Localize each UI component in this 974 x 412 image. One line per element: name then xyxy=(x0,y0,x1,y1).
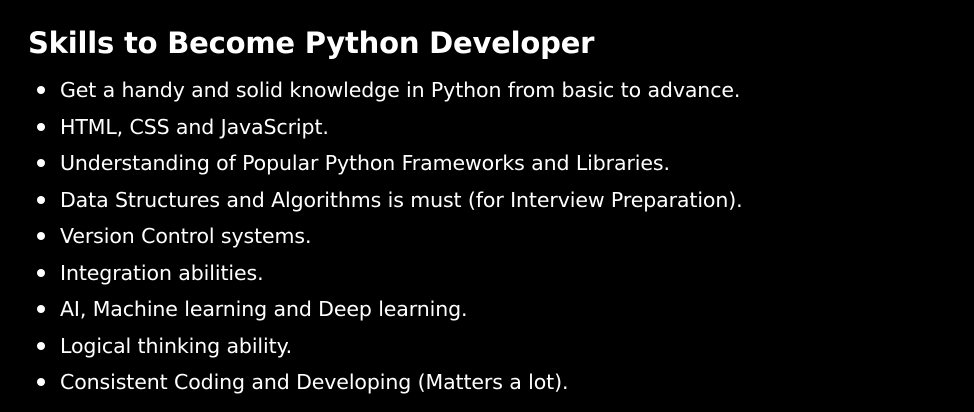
list-item: Data Structures and Algorithms is must (… xyxy=(28,182,974,219)
list-item-text: Logical thinking ability. xyxy=(60,333,293,358)
list-item: AI, Machine learning and Deep learning. xyxy=(28,291,974,328)
bullet-icon xyxy=(37,86,45,94)
bullet-icon xyxy=(37,378,45,386)
bullet-icon xyxy=(37,195,45,204)
list-item-text: HTML, CSS and JavaScript. xyxy=(60,114,329,139)
list-item: Get a handy and solid knowledge in Pytho… xyxy=(28,72,974,109)
list-item: Understanding of Popular Python Framewor… xyxy=(28,145,974,182)
list-item-text: Integration abilities. xyxy=(60,260,264,285)
bullet-icon xyxy=(37,341,45,350)
list-item-text: AI, Machine learning and Deep learning. xyxy=(60,297,468,321)
bullet-icon xyxy=(37,305,45,313)
list-item: Integration abilities. xyxy=(28,255,974,292)
bullet-icon xyxy=(37,268,45,277)
page-content: Skills to Become Python Developer Get a … xyxy=(0,0,974,412)
list-item-text: Get a handy and solid knowledge in Pytho… xyxy=(60,78,741,102)
list-item: Consistent Coding and Developing (Matter… xyxy=(28,364,974,401)
bullet-icon xyxy=(37,232,45,240)
bullet-icon xyxy=(37,159,45,167)
section-heading: Skills to Become Python Developer xyxy=(28,26,595,60)
list-item-text: Version Control systems. xyxy=(60,224,312,248)
list-item-text: Understanding of Popular Python Framewor… xyxy=(60,151,670,175)
list-item: Version Control systems. xyxy=(28,218,974,255)
list-item-text: Consistent Coding and Developing (Matter… xyxy=(60,370,569,394)
list-item: HTML, CSS and JavaScript. xyxy=(28,109,974,146)
list-item-text: Data Structures and Algorithms is must (… xyxy=(60,187,743,212)
skills-list: Get a handy and solid knowledge in Pytho… xyxy=(28,72,974,401)
list-item: Logical thinking ability. xyxy=(28,328,974,365)
bullet-icon xyxy=(37,122,45,131)
